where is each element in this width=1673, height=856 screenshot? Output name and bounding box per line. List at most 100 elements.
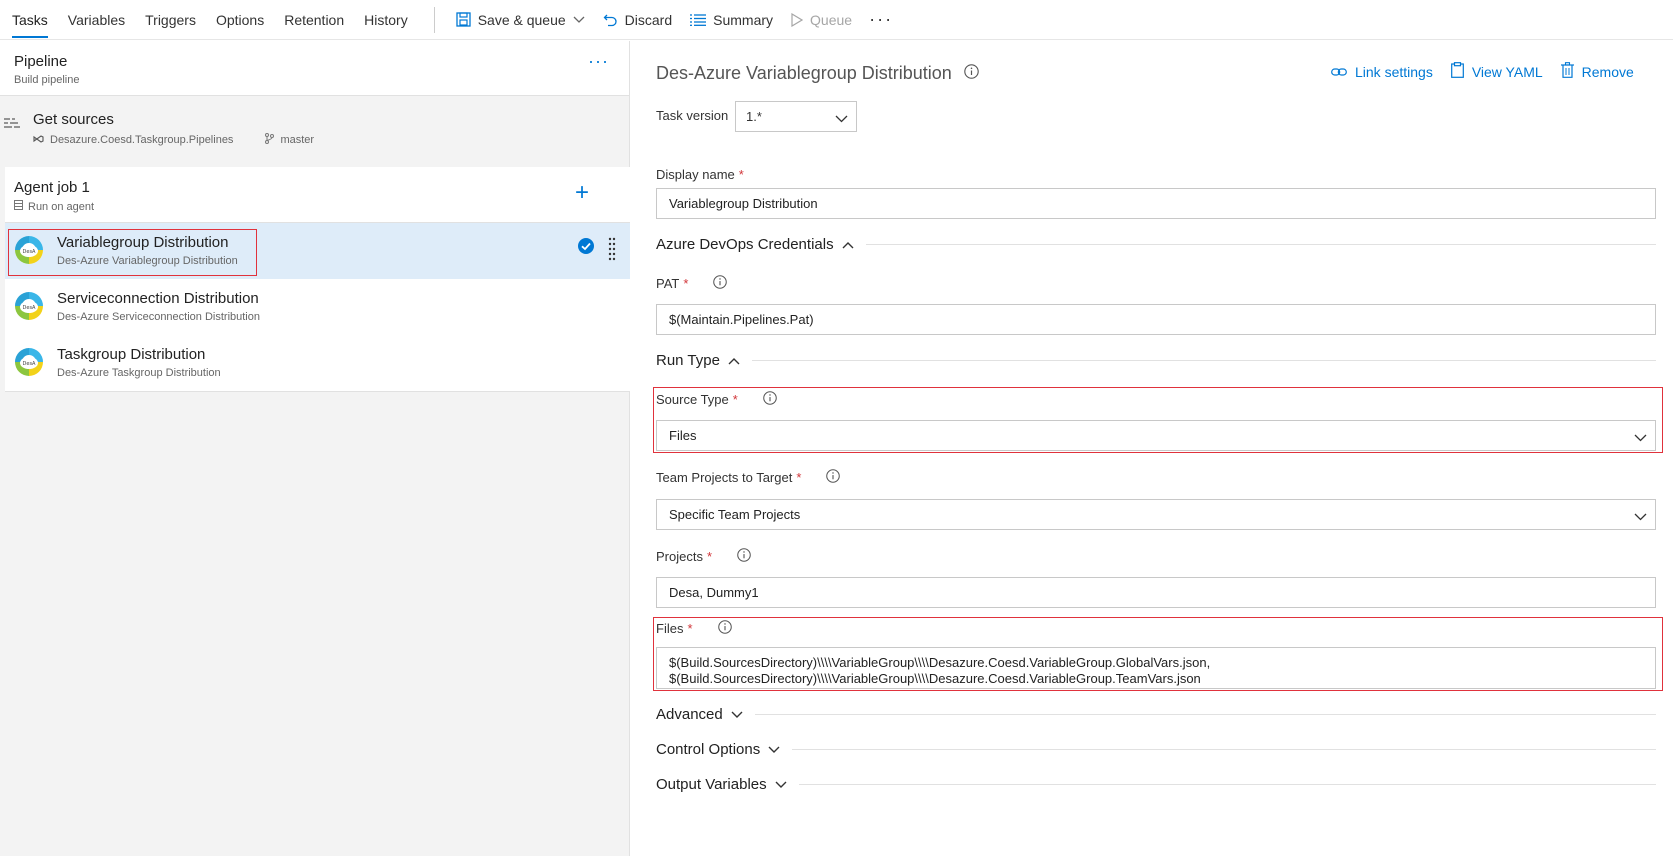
agent-job-subtitle-text: Run on agent bbox=[28, 200, 95, 213]
display-name-field[interactable]: Variablegroup Distribution bbox=[656, 188, 1656, 219]
link-settings-button[interactable]: Link settings bbox=[1331, 62, 1433, 81]
more-options-icon[interactable]: ··· bbox=[861, 9, 901, 30]
tab-options[interactable]: Options bbox=[206, 0, 274, 40]
run-type-section-header[interactable]: Run Type bbox=[656, 352, 1656, 369]
task-item-serviceconnection[interactable]: DesA Serviceconnection Distribution Des-… bbox=[5, 279, 630, 335]
agent-job-header[interactable]: Agent job 1 Run on agent + bbox=[5, 167, 630, 223]
task-actions: Link settings View YAML Remove bbox=[1331, 62, 1634, 81]
pipeline-header[interactable]: Pipeline Build pipeline ··· bbox=[0, 41, 629, 96]
tab-tasks[interactable]: Tasks bbox=[0, 0, 58, 40]
play-icon bbox=[791, 12, 804, 27]
projects-value: Desa, Dummy1 bbox=[669, 585, 759, 600]
projects-label-text: Projects bbox=[656, 549, 703, 564]
pat-value: $(Maintain.Pipelines.Pat) bbox=[669, 312, 814, 327]
display-name-label: Display name * bbox=[656, 167, 744, 182]
section-divider bbox=[865, 244, 1656, 245]
task-version-select[interactable]: 1.* bbox=[735, 101, 857, 132]
info-icon[interactable] bbox=[717, 620, 732, 637]
discard-label: Discard bbox=[624, 11, 673, 28]
task-subtitle: Des-Azure Taskgroup Distribution bbox=[57, 367, 221, 379]
tab-retention[interactable]: Retention bbox=[274, 0, 354, 40]
info-icon[interactable] bbox=[737, 548, 751, 565]
required-mark: * bbox=[732, 392, 738, 407]
files-textarea[interactable]: $(Build.SourcesDirectory)\\\\VariableGro… bbox=[656, 647, 1656, 689]
source-type-label: Source Type * bbox=[656, 391, 777, 408]
chevron-down-icon bbox=[1634, 509, 1647, 524]
tab-triggers[interactable]: Triggers bbox=[135, 0, 206, 40]
pat-field[interactable]: $(Maintain.Pipelines.Pat) bbox=[656, 304, 1656, 335]
remove-button[interactable]: Remove bbox=[1560, 62, 1634, 81]
info-icon[interactable] bbox=[964, 63, 979, 84]
output-variables-section-label: Output Variables bbox=[656, 776, 767, 793]
agent-job-subtitle: Run on agent bbox=[14, 200, 94, 213]
team-projects-select[interactable]: Specific Team Projects bbox=[656, 499, 1656, 530]
agent-job-container: Agent job 1 Run on agent + DesA Variable… bbox=[5, 167, 630, 392]
chevron-down-icon bbox=[775, 776, 787, 793]
task-item-taskgroup[interactable]: DesA Taskgroup Distribution Des-Azure Ta… bbox=[5, 335, 630, 391]
summary-label: Summary bbox=[713, 11, 774, 28]
credentials-section-header[interactable]: Azure DevOps Credentials bbox=[656, 236, 1656, 253]
task-title: Taskgroup Distribution bbox=[57, 346, 206, 363]
save-queue-button[interactable]: Save & queue bbox=[447, 0, 594, 40]
get-sources-meta: Desazure.Coesd.Taskgroup.Pipelines maste… bbox=[33, 133, 314, 147]
save-queue-label: Save & queue bbox=[477, 11, 566, 28]
required-mark: * bbox=[706, 549, 713, 564]
section-divider bbox=[754, 714, 1656, 715]
output-variables-section-header[interactable]: Output Variables bbox=[656, 776, 1656, 793]
chevron-down-icon bbox=[768, 741, 780, 758]
tab-history[interactable]: History bbox=[354, 0, 418, 40]
info-icon[interactable] bbox=[713, 275, 728, 292]
projects-label: Projects * bbox=[656, 548, 751, 565]
desa-logo-icon: DesA bbox=[14, 235, 44, 268]
view-yaml-label: View YAML bbox=[1471, 63, 1543, 80]
pat-label: PAT * bbox=[656, 275, 728, 292]
task-item-variablegroup[interactable]: DesA Variablegroup Distribution Des-Azur… bbox=[5, 223, 630, 279]
view-yaml-button[interactable]: View YAML bbox=[1450, 62, 1543, 81]
checkmark-icon bbox=[578, 238, 594, 257]
desa-logo-icon: DesA bbox=[14, 291, 44, 324]
chevron-down-icon bbox=[731, 706, 743, 723]
task-title: Serviceconnection Distribution bbox=[57, 290, 259, 307]
chevron-down-icon[interactable] bbox=[573, 16, 585, 24]
credentials-section-title: Azure DevOps Credentials bbox=[656, 236, 854, 253]
files-line: $(Build.SourcesDirectory)\\\\VariableGro… bbox=[669, 671, 1201, 686]
pipeline-title: Pipeline bbox=[14, 53, 68, 70]
source-type-select[interactable]: Files bbox=[656, 420, 1656, 451]
control-options-section-header[interactable]: Control Options bbox=[656, 741, 1656, 758]
task-details-title: Des-Azure Variablegroup Distribution bbox=[656, 63, 979, 84]
display-name-label-text: Display name bbox=[656, 167, 735, 182]
display-name-value: Variablegroup Distribution bbox=[669, 196, 818, 211]
team-projects-label-text: Team Projects to Target bbox=[656, 470, 793, 485]
chevron-down-icon bbox=[1634, 430, 1647, 445]
branch-name: master bbox=[280, 134, 315, 146]
source-type-value: Files bbox=[669, 428, 697, 443]
projects-field[interactable]: Desa, Dummy1 bbox=[656, 577, 1656, 608]
task-details-panel: Des-Azure Variablegroup Distribution Lin… bbox=[631, 41, 1673, 856]
summary-button[interactable]: Summary bbox=[681, 0, 782, 40]
run-type-section-title: Run Type bbox=[656, 352, 740, 369]
advanced-section-label: Advanced bbox=[656, 706, 723, 723]
files-line: $(Build.SourcesDirectory)\\\\VariableGro… bbox=[669, 655, 1211, 670]
info-icon[interactable] bbox=[763, 391, 777, 408]
get-sources-item[interactable]: Get sources Desazure.Coesd.Taskgroup.Pip… bbox=[0, 96, 629, 167]
discard-button[interactable]: Discard bbox=[594, 0, 681, 40]
clipboard-icon bbox=[1450, 62, 1464, 81]
add-task-icon[interactable]: + bbox=[575, 181, 589, 205]
pipeline-more-icon[interactable]: ··· bbox=[588, 51, 609, 72]
chevron-up-icon bbox=[728, 352, 740, 369]
list-icon bbox=[690, 13, 707, 26]
task-version-value: 1.* bbox=[746, 109, 762, 124]
info-icon[interactable] bbox=[826, 469, 841, 486]
queue-button[interactable]: Queue bbox=[782, 0, 861, 40]
get-sources-icon bbox=[4, 117, 20, 134]
drag-handle-icon[interactable] bbox=[608, 237, 616, 266]
advanced-section-header[interactable]: Advanced bbox=[656, 706, 1656, 723]
tab-variables[interactable]: Variables bbox=[58, 0, 135, 40]
top-toolbar: Tasks Variables Triggers Options Retenti… bbox=[0, 0, 1673, 40]
section-divider bbox=[792, 749, 1656, 750]
svg-text:DesA: DesA bbox=[23, 305, 37, 311]
pat-label-text: PAT bbox=[656, 276, 680, 291]
control-options-section-label: Control Options bbox=[656, 741, 761, 758]
svg-text:DesA: DesA bbox=[23, 249, 37, 255]
server-icon bbox=[14, 200, 23, 213]
